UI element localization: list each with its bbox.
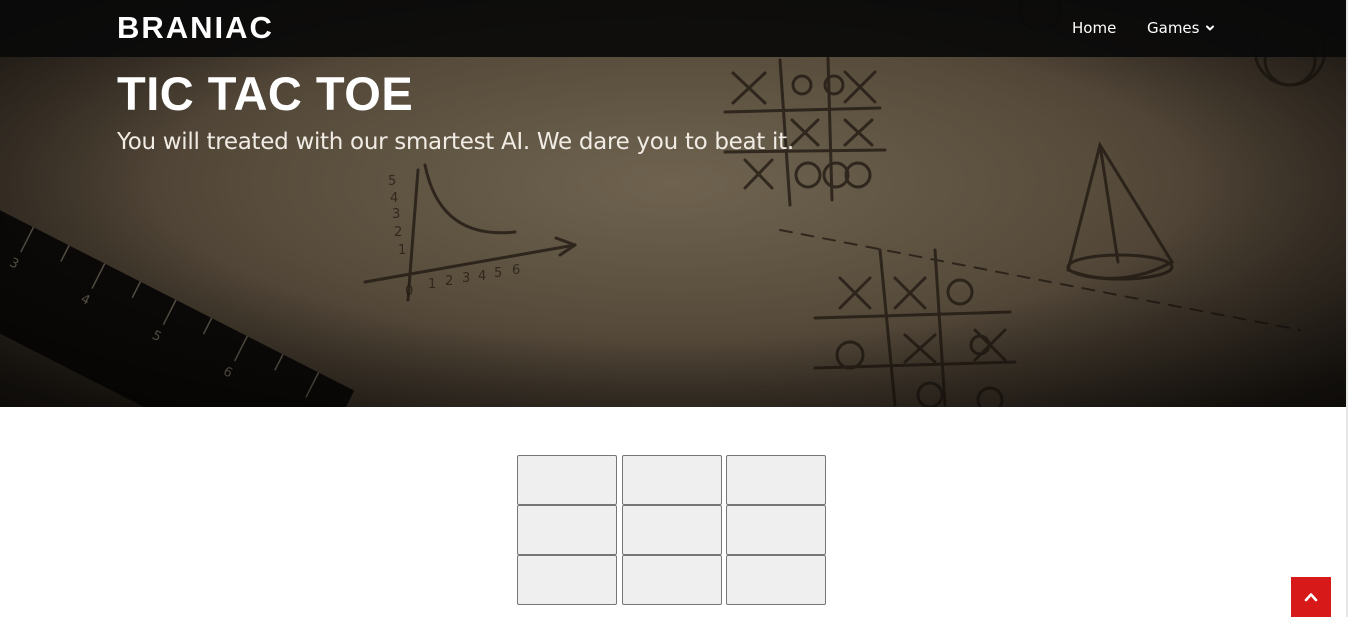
nav-games-label: Games <box>1147 19 1200 37</box>
page-subtitle: You will treated with our smartest AI. W… <box>117 129 794 155</box>
tic-tac-toe-board <box>517 455 826 605</box>
board-cell-1[interactable] <box>517 455 617 505</box>
board-cell-7[interactable] <box>517 555 617 605</box>
nav-games-dropdown[interactable]: Games <box>1147 19 1215 37</box>
board-cell-4[interactable] <box>517 505 617 555</box>
brand-logo[interactable]: BRANIAC <box>117 10 274 46</box>
board-cell-5[interactable] <box>622 505 722 555</box>
board-cell-8[interactable] <box>622 555 722 605</box>
nav-home-link[interactable]: Home <box>1072 19 1116 37</box>
hero-background-sketch: 543 210 123 456 345 6 <box>0 0 1346 407</box>
chevron-up-icon <box>1304 593 1318 602</box>
board-cell-3[interactable] <box>726 455 826 505</box>
board-cell-9[interactable] <box>726 555 826 605</box>
board-cell-6[interactable] <box>726 505 826 555</box>
page-title: TIC TAC TOE <box>117 67 414 120</box>
hero-banner: 543 210 123 456 345 6 TIC TAC TOE You wi… <box>0 0 1346 407</box>
top-navbar: BRANIAC Home Games <box>0 0 1346 57</box>
chevron-down-icon <box>1206 25 1215 31</box>
back-to-top-button[interactable] <box>1291 577 1331 617</box>
board-cell-2[interactable] <box>622 455 722 505</box>
